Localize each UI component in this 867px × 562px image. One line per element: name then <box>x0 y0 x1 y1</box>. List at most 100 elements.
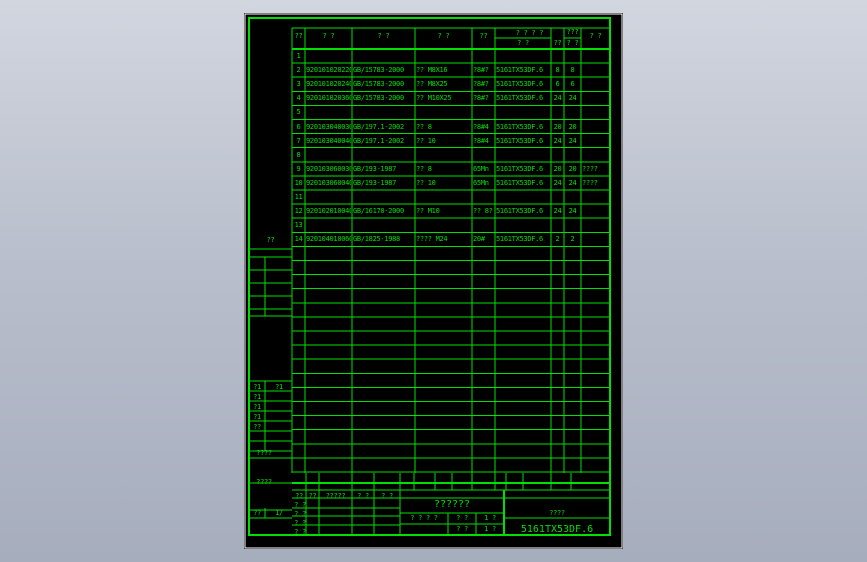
row-4-std: GB/15783-2000 <box>353 94 404 103</box>
strip-bottom-2: ???? <box>256 478 272 486</box>
row-12-n: 12 <box>294 207 303 216</box>
row-3-code: 92010102024011 <box>306 80 351 89</box>
row-6-n: 6 <box>296 122 301 131</box>
cad-viewport[interactable]: ??? ?? ?? ???? ? ? ?? ??????? ?? ? 1 2 9201… <box>0 0 867 562</box>
row-14-a: 2 <box>555 235 560 244</box>
row-4-b: 24 <box>568 94 577 103</box>
row-2-b: 8 <box>570 66 575 75</box>
row-9-code: 92010306003011 <box>306 164 351 173</box>
row-7-code: 92010304004011 <box>306 136 351 145</box>
row-9-name: ?? 8 <box>416 164 432 173</box>
header-col-weight-sub: ? ? <box>566 39 579 47</box>
row-10-a: 24 <box>553 178 562 187</box>
strip-bottom-3a: ?? <box>253 509 261 517</box>
row-2-material: 5161TX53DF.6 <box>496 66 543 75</box>
row-7-b: 24 <box>568 136 577 145</box>
sign-label-1: ?? <box>308 492 317 500</box>
header-col-qty: ?? <box>479 32 488 40</box>
row-2-n: 2 <box>296 66 301 75</box>
row-9-n: 9 <box>296 164 301 173</box>
strip-label-second: ?1 <box>275 383 283 391</box>
row-14-code: 92010401006011 <box>306 235 351 244</box>
row-3-b: 6 <box>570 80 575 89</box>
strip-label-4: ?? <box>253 423 261 431</box>
strip-label-0: ?1 <box>253 383 261 391</box>
drawing-sheet: ??? ?? ?? ???? ? ? ?? ??????? ?? ? 1 2 9201… <box>244 13 623 549</box>
sign-row-0: ? ? <box>294 501 306 509</box>
row-12-name: ?? M10 <box>416 207 440 216</box>
row-12-std: GB/16170-2000 <box>353 207 404 216</box>
sign-label-2: ????? <box>325 492 346 500</box>
row-13-n: 13 <box>294 221 303 230</box>
strip-label-3: ?1 <box>253 413 261 421</box>
row-14-std: GB/1825-1988 <box>353 235 400 244</box>
row-5-n: 5 <box>296 108 301 117</box>
row-14-n: 14 <box>294 235 303 244</box>
row-4-qty: ?8#? <box>473 94 489 103</box>
strip-mark: ?? <box>266 236 275 244</box>
stage-label: ? ? ? ? <box>410 514 438 522</box>
row-6-a: 20 <box>553 122 562 131</box>
row-7-a: 24 <box>553 136 562 145</box>
row-9-std: GB/193-1987 <box>353 164 397 173</box>
drawing-number: 5161TX53DF.6 <box>520 524 594 535</box>
row-8-n: 8 <box>296 150 301 159</box>
row-9-note: ???? <box>582 164 598 173</box>
row-12-code: 92010201004011 <box>306 207 351 216</box>
row-12-b: 24 <box>568 207 577 216</box>
row-2-name: ?? M8X16 <box>416 66 448 75</box>
header-col-no: ?? <box>294 32 303 40</box>
row-2-std: GB/15783-2000 <box>353 66 404 75</box>
header-col-std: ? ? <box>377 32 390 40</box>
row-9-a: 20 <box>553 164 562 173</box>
row-6-std: GB/197.1-2002 <box>353 122 404 131</box>
row-3-std: GB/15783-2000 <box>353 80 404 89</box>
row-7-qty: ?8#4 <box>473 136 489 145</box>
sign-label-0: ?? <box>295 492 303 500</box>
header-col-weight: ??? <box>566 28 579 36</box>
row-9-qty: 65Mn <box>473 164 489 173</box>
sheet-value: 1 ? <box>484 525 496 533</box>
drawing-title: ?????? <box>433 499 471 510</box>
row-3-a: 6 <box>555 80 560 89</box>
row-10-code: 92010306004011 <box>306 178 351 187</box>
row-4-n: 4 <box>296 94 301 103</box>
row-7-n: 7 <box>296 136 301 145</box>
company-name: ???? <box>549 509 565 517</box>
header-col-material: ? ? ? ? <box>515 29 544 37</box>
row-10-qty: 65Mn <box>473 178 489 187</box>
sign-row-1: ? ? <box>294 510 306 518</box>
row-14-qty: 20# <box>473 235 485 244</box>
row-14-name: ???? M24 <box>416 235 448 244</box>
row-4-a: 24 <box>553 94 562 103</box>
sign-row-2: ? ? <box>294 519 306 527</box>
sign-label-4: ? ? <box>381 492 393 500</box>
row-14-material: 5161TX53DF.6 <box>496 235 543 244</box>
row-10-std: GB/193-1987 <box>353 178 397 187</box>
row-12-material: 5161TX53DF.6 <box>496 207 543 216</box>
row-2-qty: ?8#? <box>473 66 489 75</box>
row-3-name: ?? M8X25 <box>416 80 448 89</box>
row-7-material: 5161TX53DF.6 <box>496 136 543 145</box>
row-10-name: ?? 10 <box>416 178 436 187</box>
row-2-code: 92010102022011 <box>306 66 351 75</box>
strip-bottom-1: ???? <box>256 449 272 457</box>
strip-label-1: ?1 <box>253 393 261 401</box>
row-11-n: 11 <box>294 193 303 201</box>
row-3-n: 3 <box>296 80 301 89</box>
sign-row-3: ? ? <box>294 528 306 536</box>
strip-bottom-3b: 1/ <box>275 509 283 517</box>
row-6-name: ?? 8 <box>416 122 432 131</box>
row-9-b: 20 <box>568 164 577 173</box>
row-3-material: 5161TX53DF.6 <box>496 80 543 89</box>
row-6-code: 92010304003011 <box>306 122 351 131</box>
row-14-b: 2 <box>570 235 575 244</box>
row-4-code: 92010102036011 <box>306 94 351 103</box>
header-col-material-sub1: ? ? <box>517 39 529 47</box>
row-4-name: ?? M10X25 <box>416 94 452 103</box>
header-col-note: ? ? <box>589 32 602 40</box>
row-6-material: 5161TX53DF.6 <box>496 122 543 131</box>
row-7-std: GB/197.1-2002 <box>353 136 404 145</box>
row-3-qty: ?8#? <box>473 80 489 89</box>
header-col-code: ? ? <box>322 32 335 40</box>
